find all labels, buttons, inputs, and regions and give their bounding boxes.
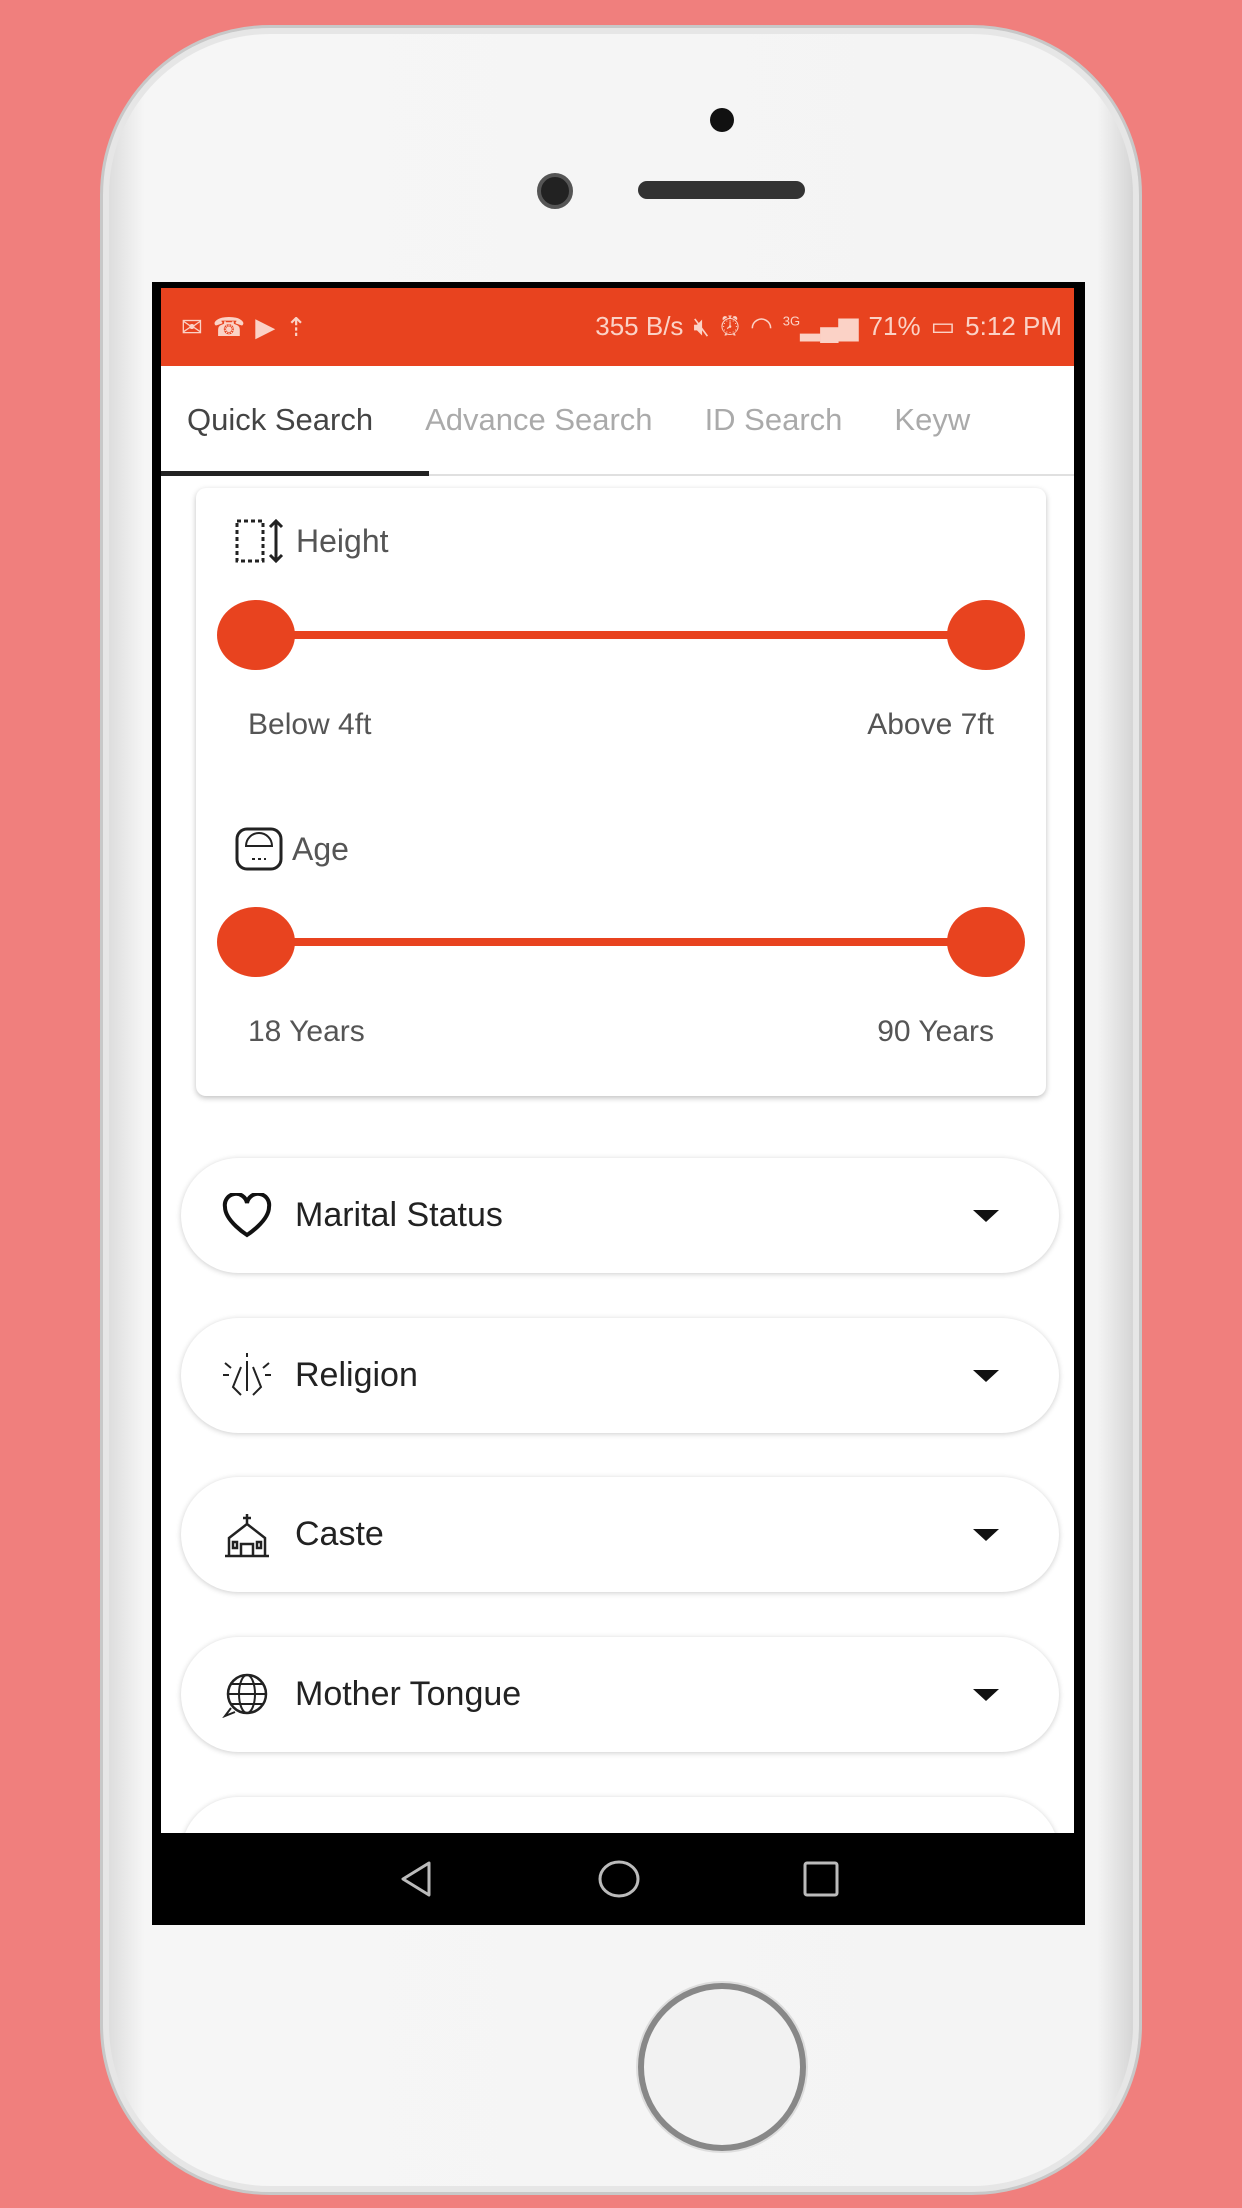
praying-hands-icon <box>223 1352 271 1396</box>
caret-down-icon <box>973 1209 999 1222</box>
caret-down-icon <box>973 1369 999 1382</box>
height-min-value: Below 4ft <box>248 708 372 741</box>
age-max-value: 90 Years <box>877 1015 994 1048</box>
next-filter-dropdown-partial[interactable] <box>181 1797 1059 1833</box>
mother-tongue-dropdown[interactable]: Mother Tongue <box>181 1637 1059 1752</box>
age-min-value: 18 Years <box>248 1015 365 1048</box>
dropdown-label: Mother Tongue <box>295 1675 522 1713</box>
height-label: Height <box>296 522 389 559</box>
height-min-thumb[interactable] <box>217 600 295 670</box>
network-speed: 355 B/s <box>595 311 684 341</box>
scale-icon <box>235 827 283 871</box>
caret-down-icon <box>973 1528 999 1541</box>
tab-keyword-search[interactable]: Keyw <box>868 402 996 438</box>
battery-icon: ▭ <box>930 311 956 341</box>
home-circle-icon[interactable] <box>597 1859 641 1899</box>
tab-id-search[interactable]: ID Search <box>679 402 869 438</box>
signal-icon: 3G▂▄▆ <box>782 311 859 341</box>
globe-chat-icon <box>222 1673 268 1718</box>
height-range-slider[interactable] <box>217 600 1025 670</box>
screen: ✉ ☎ ▶ ⇡ 355 B/s 🔇︎ ⏰︎ ◠ 3G▂▄▆ 71% ▭ 5:12 PM Quick … <box>152 282 1085 1925</box>
recents-icon[interactable] <box>801 1859 841 1899</box>
status-bar: ✉ ☎ ▶ ⇡ 355 B/s 🔇︎ ⏰︎ ◠ 3G▂▄▆ 71% ▭ 5:12 PM <box>161 288 1074 366</box>
tab-quick-search[interactable]: Quick Search <box>161 402 399 438</box>
front-camera <box>537 173 573 209</box>
tab-advance-search[interactable]: Advance Search <box>399 402 678 438</box>
age-range-slider[interactable] <box>217 907 1025 977</box>
android-nav-bar <box>152 1833 1085 1925</box>
marital-status-dropdown[interactable]: Marital Status <box>181 1158 1059 1273</box>
caste-dropdown[interactable]: Caste <box>181 1477 1059 1592</box>
sensor <box>710 108 734 132</box>
search-tabs: Quick Search Advance Search ID Search Ke… <box>161 366 1074 476</box>
missed-call-icon: ☎ <box>212 311 246 342</box>
signal-boost-icon: ⇡ <box>285 311 307 342</box>
home-button[interactable] <box>638 1983 806 2151</box>
age-min-thumb[interactable] <box>217 907 295 977</box>
heart-icon <box>222 1192 272 1237</box>
wifi-icon: ◠ <box>750 311 773 341</box>
range-filters-card: Height Below 4ft Above 7ft Age 18 Years … <box>196 488 1046 1096</box>
age-max-thumb[interactable] <box>947 907 1025 977</box>
caret-down-icon <box>973 1688 999 1701</box>
mute-icon: 🔇︎ <box>693 311 710 341</box>
alarm-icon: ⏰︎ <box>719 311 741 341</box>
height-icon <box>235 518 284 564</box>
mail-icon: ✉ <box>181 311 203 342</box>
back-icon[interactable] <box>397 1859 437 1899</box>
youtube-icon: ▶ <box>255 311 276 342</box>
dropdown-label: Caste <box>295 1515 384 1553</box>
clock: 5:12 PM <box>965 311 1062 341</box>
active-tab-indicator <box>161 471 429 476</box>
height-max-value: Above 7ft <box>867 708 994 741</box>
religion-dropdown[interactable]: Religion <box>181 1318 1059 1433</box>
dropdown-label: Marital Status <box>295 1196 503 1234</box>
battery-percent: 71% <box>868 311 921 341</box>
earpiece <box>638 181 805 199</box>
dropdown-label: Religion <box>295 1356 418 1394</box>
temple-icon <box>225 1513 269 1557</box>
age-label: Age <box>292 830 349 867</box>
height-max-thumb[interactable] <box>947 600 1025 670</box>
